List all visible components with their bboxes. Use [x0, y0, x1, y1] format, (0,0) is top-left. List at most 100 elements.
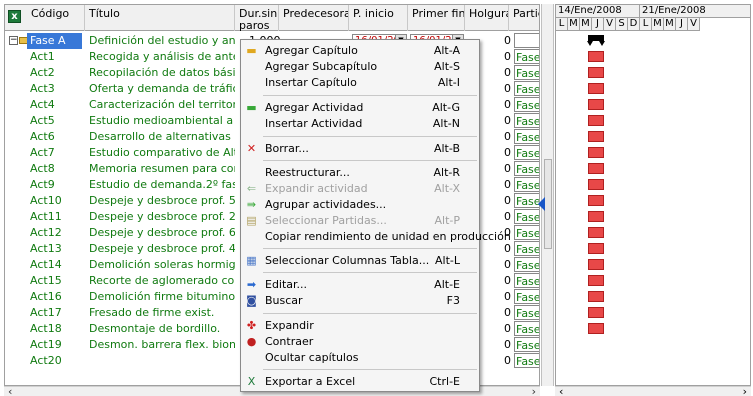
activity-bar[interactable] — [588, 323, 604, 334]
row-part[interactable]: Fase — [514, 257, 539, 272]
row-code[interactable]: Act17 — [30, 305, 85, 321]
row-part[interactable]: Fase — [514, 65, 539, 80]
row-title[interactable]: Caracterización del territorio — [89, 97, 235, 113]
row-title[interactable]: Recopilación de datos básicos. — [89, 65, 235, 81]
splitter-handle[interactable] — [544, 159, 552, 249]
row-part[interactable] — [514, 33, 539, 48]
menu-item[interactable]: ✕ Borrar... Alt-B — [241, 141, 479, 157]
row-code[interactable]: Act19 — [30, 337, 85, 353]
row-title[interactable]: Desmon. barrera flex. bionda. — [89, 337, 235, 353]
row-code[interactable]: Act6 — [30, 129, 85, 145]
menu-item[interactable]: ◙ Buscar F3 — [241, 293, 479, 309]
activity-bar[interactable] — [588, 259, 604, 270]
column-header-first-end[interactable]: Primer fin — [408, 5, 465, 31]
row-title[interactable]: Despeje y desbroce prof. 20cm — [89, 209, 235, 225]
scroll-left-icon[interactable]: ‹ — [8, 385, 12, 396]
column-header-slack[interactable]: Holgura — [465, 5, 509, 31]
row-code[interactable]: Act9 — [30, 177, 85, 193]
row-title[interactable]: Desarrollo de alternativas a esc — [89, 129, 235, 145]
row-code[interactable]: Fase A — [27, 33, 82, 49]
activity-bar[interactable] — [588, 243, 604, 254]
column-header-predecessors[interactable]: Predecesoras — [279, 5, 349, 31]
row-code[interactable]: Act15 — [30, 273, 85, 289]
row-code[interactable]: Act8 — [30, 161, 85, 177]
row-code[interactable]: Act10 — [30, 193, 85, 209]
activity-bar[interactable] — [588, 307, 604, 318]
menu-item[interactable]: Ocultar capítulos — [241, 350, 479, 366]
row-code[interactable]: Act1 — [30, 49, 85, 65]
menu-item[interactable]: Copiar rendimiento de unidad en producci… — [241, 229, 511, 245]
row-part[interactable]: Fase — [514, 241, 539, 256]
row-title[interactable]: Demolición soleras hormigón. — [89, 257, 235, 273]
row-title[interactable]: Despeje y desbroce prof. 60cm — [89, 225, 235, 241]
row-part[interactable]: Fase — [514, 113, 539, 128]
scroll-right-icon[interactable]: › — [532, 385, 536, 396]
row-code[interactable]: Act7 — [30, 145, 85, 161]
row-title[interactable] — [89, 353, 235, 369]
menu-item[interactable]: Agregar Subcapítulo Alt-S — [241, 59, 479, 75]
activity-bar[interactable] — [588, 51, 604, 62]
menu-item[interactable]: ⇛ Agrupar actividades... — [241, 197, 479, 213]
row-title[interactable]: Estudio comparativo de Alterna — [89, 145, 235, 161]
row-code[interactable]: Act11 — [30, 209, 85, 225]
activity-bar[interactable] — [588, 179, 604, 190]
row-code[interactable]: Act16 — [30, 289, 85, 305]
activity-bar[interactable] — [588, 115, 604, 126]
row-title[interactable]: Despeje y desbroce prof. 50cm — [89, 193, 235, 209]
menu-item[interactable]: Reestructurar... Alt-R — [241, 165, 479, 181]
activity-bar[interactable] — [588, 67, 604, 78]
row-part[interactable]: Fase — [514, 209, 539, 224]
gantt-horizontal-scrollbar[interactable]: ‹ › — [555, 385, 751, 396]
row-code[interactable]: Act2 — [30, 65, 85, 81]
row-part[interactable]: Fase — [514, 193, 539, 208]
menu-item[interactable]: ✤ Expandir — [241, 318, 479, 334]
row-part[interactable]: Fase — [514, 145, 539, 160]
row-code[interactable]: Act18 — [30, 321, 85, 337]
row-title[interactable]: Despeje y desbroce prof. 40cm — [89, 241, 235, 257]
menu-item[interactable]: ● Contraer — [241, 334, 479, 350]
row-part[interactable]: Fase — [514, 273, 539, 288]
activity-bar[interactable] — [588, 227, 604, 238]
row-code[interactable]: Act5 — [30, 113, 85, 129]
row-part[interactable]: Fase — [514, 353, 539, 368]
row-code[interactable]: Act14 — [30, 257, 85, 273]
activity-bar[interactable] — [588, 275, 604, 286]
column-header-part[interactable]: Partic — [509, 5, 539, 31]
row-title[interactable]: Definición del estudio y analisis — [89, 33, 235, 49]
row-title[interactable]: Memoria resumen para consult — [89, 161, 235, 177]
row-title[interactable]: Desmontaje de bordillo. — [89, 321, 235, 337]
column-header-code[interactable]: Código — [27, 5, 85, 31]
column-header-start[interactable]: P. inicio — [349, 5, 408, 31]
row-part[interactable]: Fase — [514, 289, 539, 304]
row-title[interactable]: Recogida y análisis de antecec — [89, 49, 235, 65]
row-title[interactable]: Estudio medioambiental a nivel — [89, 113, 235, 129]
menu-item[interactable]: ▬ Agregar Capítulo Alt-A — [241, 43, 479, 59]
column-header-title[interactable]: Título — [85, 5, 235, 31]
row-part[interactable]: Fase — [514, 129, 539, 144]
activity-bar[interactable] — [588, 131, 604, 142]
column-header-duration[interactable]: Dur.sin paros — [235, 5, 279, 31]
row-part[interactable]: Fase — [514, 49, 539, 64]
row-code[interactable]: Act3 — [30, 81, 85, 97]
row-title[interactable]: Fresado de firme exist. — [89, 305, 235, 321]
activity-bar[interactable] — [588, 147, 604, 158]
row-part[interactable]: Fase — [514, 321, 539, 336]
summary-bar[interactable] — [587, 35, 605, 46]
scroll-right-icon[interactable]: › — [743, 385, 747, 396]
row-part[interactable]: Fase — [514, 225, 539, 240]
row-part[interactable]: Fase — [514, 177, 539, 192]
activity-bar[interactable] — [588, 291, 604, 302]
row-part[interactable]: Fase — [514, 337, 539, 352]
menu-item[interactable]: ▬ Agregar Actividad Alt-G — [241, 100, 479, 116]
collapse-toggle-icon[interactable]: − — [9, 36, 18, 45]
activity-bar[interactable] — [588, 195, 604, 206]
row-part[interactable]: Fase — [514, 81, 539, 96]
activity-bar[interactable] — [588, 211, 604, 222]
excel-icon[interactable]: x — [8, 10, 21, 23]
pane-splitter[interactable] — [538, 4, 554, 386]
row-code[interactable]: Act20 — [30, 353, 85, 369]
menu-item[interactable]: Insertar Capítulo Alt-I — [241, 75, 479, 91]
menu-item[interactable]: Insertar Actividad Alt-N — [241, 116, 479, 132]
menu-item[interactable]: ➡ Editar... Alt-E — [241, 277, 479, 293]
row-title[interactable]: Demolición firme bituminoso. — [89, 289, 235, 305]
